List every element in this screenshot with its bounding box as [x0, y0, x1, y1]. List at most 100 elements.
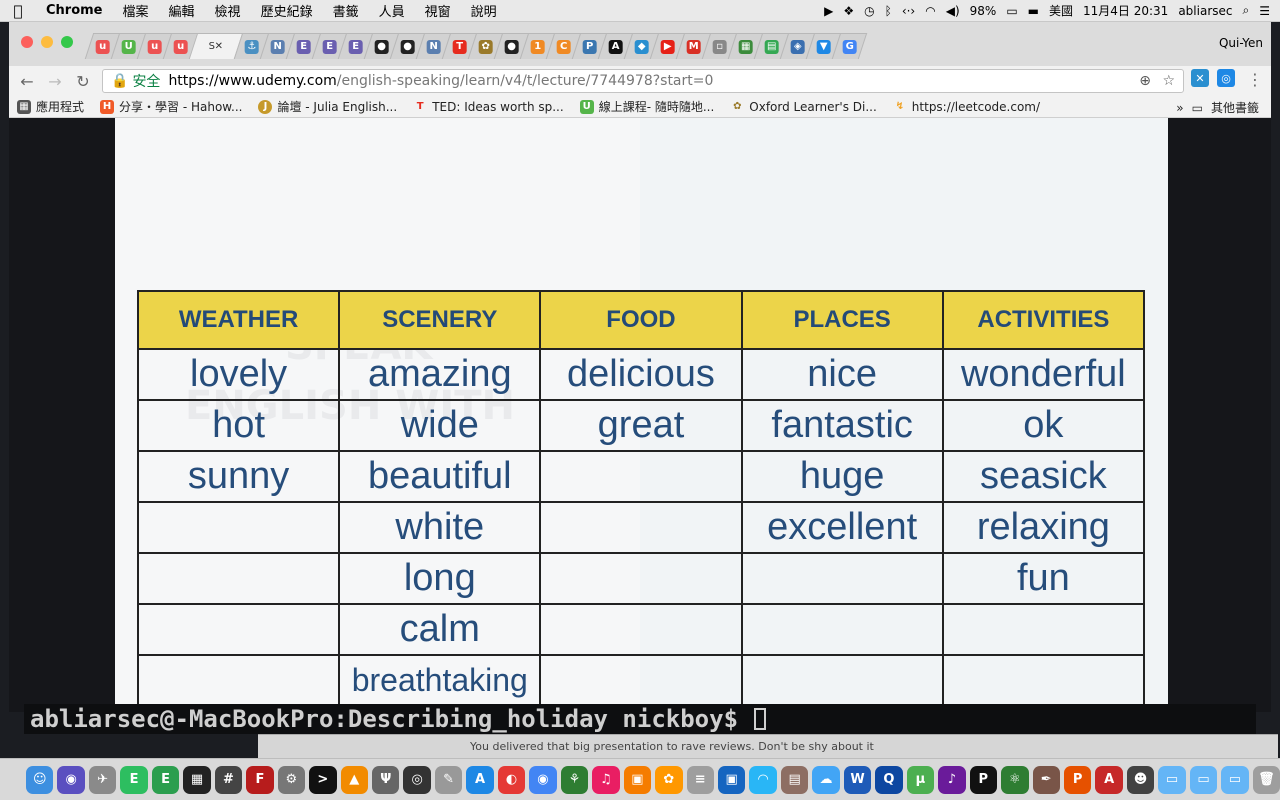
table-cell: fun: [941, 552, 1146, 605]
pycharm-icon[interactable]: P: [969, 765, 998, 794]
minimize-window-button[interactable]: [41, 36, 53, 48]
bookmark-hahow[interactable]: H 分享・學習 - Hahow...: [100, 98, 242, 115]
documents-folder-icon[interactable]: ▭: [1189, 765, 1218, 794]
launchpad-icon[interactable]: ✈: [88, 765, 117, 794]
itunes-icon[interactable]: ♫: [592, 765, 620, 794]
database-icon[interactable]: ≡: [686, 765, 714, 794]
chrome-icon[interactable]: ◉: [529, 765, 557, 794]
background-window[interactable]: You delivered that big presentation to r…: [258, 734, 1278, 758]
close-tab-icon[interactable]: ✕: [215, 40, 223, 54]
menu-bar:  Chrome 檔案 編輯 檢視 歷史紀錄 書籤 人員 視窗 說明 ▶ ❖ ◷…: [0, 0, 1280, 22]
bookmark-julia-english[interactable]: J 論壇 - Julia English...: [258, 98, 397, 115]
applications-folder-icon[interactable]: ▭: [1158, 765, 1186, 794]
quicktime-icon[interactable]: Q: [875, 765, 903, 794]
atom-icon[interactable]: ⚛: [1001, 765, 1029, 794]
apple-menu-icon[interactable]: : [0, 2, 36, 20]
sourcetree-icon[interactable]: ⚘: [560, 765, 589, 794]
trash-icon[interactable]: 🗑: [1252, 765, 1280, 794]
wifi-icon[interactable]: ◠: [925, 4, 935, 18]
close-window-button[interactable]: [21, 36, 33, 48]
battery-level[interactable]: 98%: [970, 4, 997, 18]
table-cell: hot: [136, 399, 341, 452]
reload-button[interactable]: ↻: [69, 72, 97, 91]
app-badge-icon[interactable]: ◐: [497, 765, 526, 794]
menu-history[interactable]: 歷史紀錄: [251, 1, 323, 20]
bluetooth-icon[interactable]: ᛒ: [885, 4, 892, 18]
user-name[interactable]: abliarsec: [1178, 4, 1232, 18]
notes-icon[interactable]: #: [214, 765, 243, 794]
filezilla-icon[interactable]: F: [246, 765, 274, 794]
siri-icon[interactable]: ◉: [57, 765, 85, 794]
play-icon[interactable]: ▶: [824, 4, 833, 18]
bookmark-ted[interactable]: T TED: Ideas worth sp...: [413, 100, 564, 114]
finder-icon[interactable]: ☺: [26, 765, 54, 794]
media-icon[interactable]: ◎: [403, 765, 431, 794]
app-store-icon[interactable]: A: [466, 765, 494, 794]
evernote-alt-icon[interactable]: E: [151, 765, 180, 794]
pgp-icon[interactable]: Ψ: [371, 765, 400, 794]
acrobat-icon[interactable]: A: [1095, 765, 1123, 794]
extension-icon[interactable]: ✕: [1191, 69, 1209, 87]
extension-2-icon[interactable]: ◎: [1217, 69, 1235, 87]
powerpoint-icon[interactable]: P: [1063, 765, 1092, 794]
pen-icon[interactable]: ✒: [1032, 765, 1060, 794]
notification-center-icon[interactable]: ☰: [1259, 4, 1270, 18]
table-cell: [740, 654, 944, 707]
menu-help[interactable]: 說明: [461, 1, 507, 20]
menu-file[interactable]: 檔案: [113, 1, 159, 20]
photos-icon[interactable]: ✿: [655, 765, 683, 794]
zoom-icon[interactable]: ⊕: [1139, 73, 1151, 89]
tab-favicon-icon: 1: [530, 39, 545, 54]
headphones-icon[interactable]: ♪: [938, 765, 966, 794]
terminal-window[interactable]: abliarsec@-MacBookPro:Describing_holiday…: [24, 704, 1256, 734]
tab-favicon-icon: ●: [504, 39, 519, 54]
profile-name[interactable]: Qui-Yen: [1219, 36, 1263, 50]
chrome-menu-icon[interactable]: ⋮: [1241, 70, 1269, 89]
input-source[interactable]: 美國: [1049, 2, 1073, 19]
system-preferences-icon[interactable]: ⚙: [277, 765, 306, 794]
table-cell: [136, 603, 341, 656]
evernote-icon[interactable]: E: [120, 765, 148, 794]
panda-icon[interactable]: ☻: [1126, 765, 1155, 794]
code-icon[interactable]: ‹·›: [902, 4, 915, 18]
menu-view[interactable]: 檢視: [205, 1, 251, 20]
battery-icon[interactable]: ▭: [1006, 4, 1017, 18]
address-bar[interactable]: 🔒 安全 https://www.udemy.com /english-spea…: [102, 69, 1184, 93]
menu-window[interactable]: 視窗: [415, 1, 461, 20]
zoom-window-button[interactable]: [61, 36, 73, 48]
word-icon[interactable]: W: [843, 765, 872, 794]
table-row: lovely amazing delicious nice wonderful: [136, 348, 1146, 401]
flag-icon[interactable]: ▬: [1028, 4, 1039, 18]
menu-people[interactable]: 人員: [369, 1, 415, 20]
cloud-icon[interactable]: ☁: [812, 765, 840, 794]
clock[interactable]: 11月4日 20:31: [1083, 2, 1168, 19]
wifi-app-icon[interactable]: ◠: [749, 765, 777, 794]
video-player[interactable]: SPEAK ENGLISH WITH NEXT WEATHER SCENERY …: [9, 118, 1271, 712]
dropbox-icon[interactable]: ❖: [843, 4, 854, 18]
vlc-icon[interactable]: ▲: [340, 765, 368, 794]
bookmark-leetcode[interactable]: ↯ https://leetcode.com/: [893, 100, 1040, 114]
time-machine-icon[interactable]: ◷: [864, 4, 874, 18]
other-bookmarks[interactable]: 其他書籤: [1211, 99, 1259, 116]
bookmark-star-icon[interactable]: ☆: [1162, 73, 1175, 89]
bookmark-oxford[interactable]: ✿ Oxford Learner's Di...: [730, 100, 877, 114]
ibooks-icon[interactable]: ▣: [623, 765, 652, 794]
bookmark-apps[interactable]: ▦ 應用程式: [17, 98, 84, 115]
terminal-icon[interactable]: >: [309, 765, 337, 794]
volume-icon[interactable]: ◀): [946, 4, 960, 18]
preview-icon[interactable]: ▤: [780, 765, 809, 794]
menu-bookmarks[interactable]: 書籤: [323, 1, 369, 20]
virtualbox-icon[interactable]: ▣: [717, 765, 746, 794]
editor-icon[interactable]: ✎: [434, 765, 463, 794]
app-menu-chrome[interactable]: Chrome: [36, 3, 113, 18]
back-button[interactable]: ←: [13, 72, 41, 91]
window-manager-icon[interactable]: ▦: [183, 765, 211, 794]
bookmark-online-course[interactable]: U 線上課程- 隨時隨地...: [579, 98, 714, 115]
forward-button[interactable]: →: [41, 72, 69, 91]
utorrent-icon[interactable]: μ: [906, 765, 935, 794]
spotlight-search-icon[interactable]: ⌕: [1243, 3, 1250, 18]
bookmarks-more-button[interactable]: »: [1176, 101, 1183, 115]
column-header: WEATHER: [136, 290, 341, 350]
downloads-folder-icon[interactable]: ▭: [1221, 765, 1249, 794]
menu-edit[interactable]: 編輯: [159, 1, 205, 20]
